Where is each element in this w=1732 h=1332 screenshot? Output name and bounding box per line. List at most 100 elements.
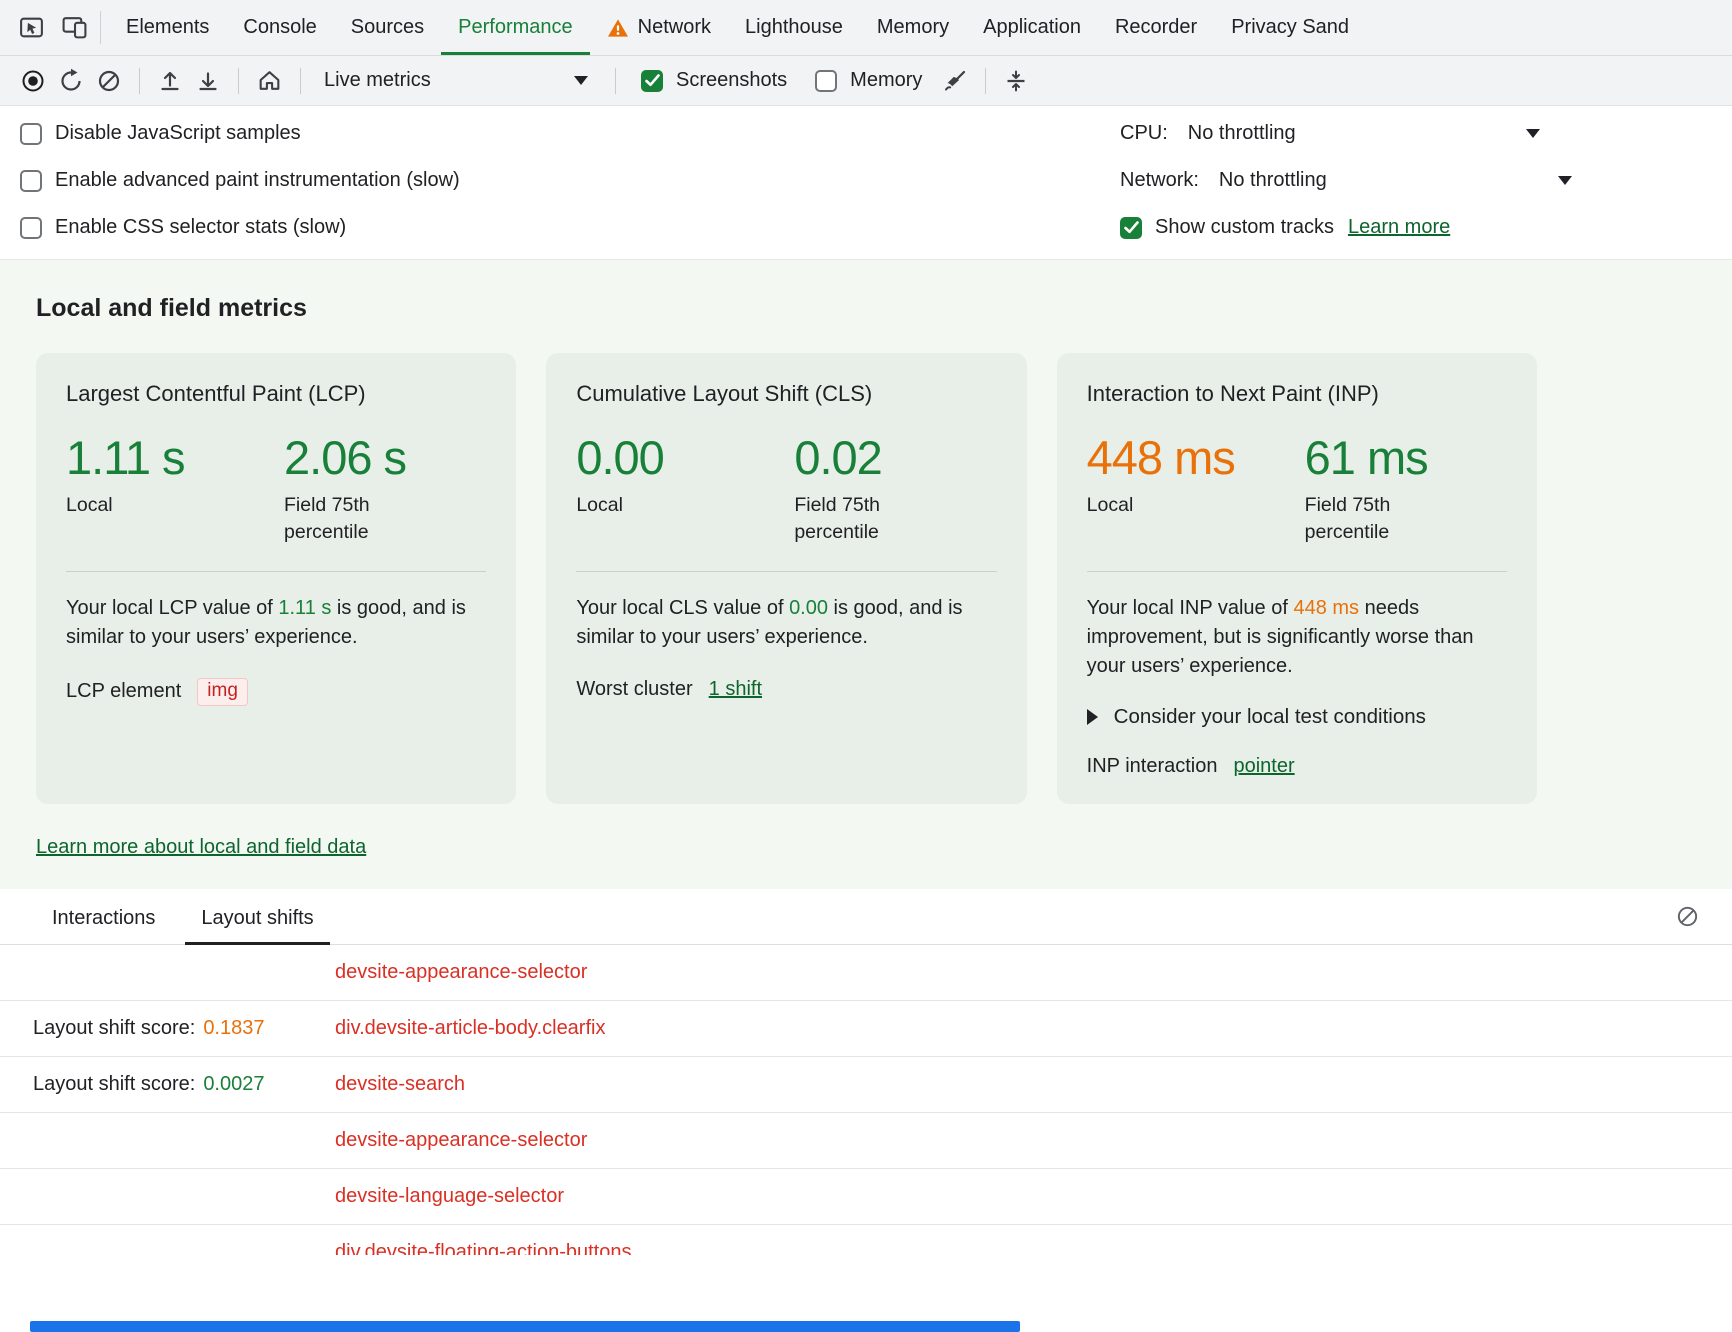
lcp-element-node-link[interactable]: img xyxy=(197,678,248,706)
divider xyxy=(238,68,239,94)
element-link[interactable]: div.devsite-article-body.clearfix xyxy=(335,1017,605,1040)
disable-js-samples-label: Disable JavaScript samples xyxy=(55,122,301,145)
divider xyxy=(66,571,486,572)
inp-local-value: 448 ms xyxy=(1087,433,1275,482)
clear-log-button[interactable] xyxy=(1671,900,1704,933)
element-link[interactable]: devsite-appearance-selector xyxy=(335,1129,587,1152)
live-metrics-log: Interactions Layout shifts devsite-appea… xyxy=(0,889,1732,1255)
devtools-window: Elements Console Sources Performance Net… xyxy=(0,0,1732,1255)
divider xyxy=(1087,571,1507,572)
cls-field-value: 0.02 xyxy=(794,433,929,482)
checkbox-checked-icon xyxy=(1120,217,1142,239)
memory-checkbox[interactable]: Memory xyxy=(803,69,934,92)
screenshots-label: Screenshots xyxy=(676,69,787,92)
element-link[interactable]: devsite-search xyxy=(335,1073,465,1096)
metric-cards: Largest Contentful Paint (LCP) 1.11 s Lo… xyxy=(0,323,1732,804)
worst-cluster-link[interactable]: 1 shift xyxy=(709,678,762,701)
score-value: 0.0027 xyxy=(203,1073,264,1096)
field-label: Field 75th percentile xyxy=(1305,492,1440,545)
performance-toolbar: Live metrics Screenshots Memory xyxy=(0,56,1732,106)
inp-field-value: 61 ms xyxy=(1305,433,1440,482)
card-title: Interaction to Next Paint (INP) xyxy=(1087,381,1507,407)
live-metrics-select[interactable]: Live metrics xyxy=(314,69,602,92)
inspect-element-button[interactable] xyxy=(14,10,49,45)
capture-options: Disable JavaScript samples Enable advanc… xyxy=(0,106,1732,259)
css-selector-stats-checkbox[interactable]: Enable CSS selector stats (slow) xyxy=(8,216,358,239)
learn-more-field-data-link[interactable]: Learn more about local and field data xyxy=(36,836,366,859)
show-custom-tracks-checkbox[interactable]: Show custom tracks xyxy=(1120,216,1334,239)
warning-icon xyxy=(607,18,629,38)
device-toolbar-icon xyxy=(61,14,88,41)
cls-description: Your local CLS value of 0.00 is good, an… xyxy=(576,594,996,652)
worst-cluster-label: Worst cluster xyxy=(576,678,692,701)
learn-more-link[interactable]: Learn more xyxy=(1348,216,1450,239)
local-label: Local xyxy=(576,492,764,518)
lcp-card: Largest Contentful Paint (LCP) 1.11 s Lo… xyxy=(36,353,516,804)
local-field-metrics-section: Local and field metrics Largest Contentf… xyxy=(0,259,1732,889)
upload-icon xyxy=(157,68,183,94)
clear-icon xyxy=(96,68,122,94)
save-profile-button[interactable] xyxy=(191,64,225,98)
triangle-right-icon xyxy=(1087,709,1098,725)
network-throttle-select[interactable]: Network: No throttling xyxy=(1120,157,1540,204)
cpu-throttle-select[interactable]: CPU: No throttling xyxy=(1120,110,1540,157)
element-link[interactable]: devsite-language-selector xyxy=(335,1185,564,1208)
block-icon xyxy=(1675,904,1700,929)
inp-interaction-label: INP interaction xyxy=(1087,755,1218,778)
cpu-throttle-value: No throttling xyxy=(1188,122,1296,145)
local-label: Local xyxy=(1087,492,1275,518)
load-profile-button[interactable] xyxy=(153,64,187,98)
bottom-blue-bar xyxy=(30,1321,1020,1332)
network-throttle-value: No throttling xyxy=(1219,169,1327,192)
lcp-local-value: 1.11 s xyxy=(66,433,254,482)
reload-and-record-button[interactable] xyxy=(54,64,88,98)
tab-console[interactable]: Console xyxy=(226,0,333,55)
advanced-paint-instrumentation-label: Enable advanced paint instrumentation (s… xyxy=(55,169,460,192)
field-label: Field 75th percentile xyxy=(794,492,929,545)
tab-layout-shifts[interactable]: Layout shifts xyxy=(185,893,329,944)
element-link[interactable]: devsite-appearance-selector xyxy=(335,961,587,984)
home-icon xyxy=(256,67,283,94)
tab-privacy-sandbox[interactable]: Privacy Sand xyxy=(1214,0,1366,55)
broom-icon xyxy=(942,68,968,94)
divider xyxy=(576,571,996,572)
tab-network[interactable]: Network xyxy=(590,0,728,55)
live-metrics-label: Live metrics xyxy=(324,69,431,92)
tab-recorder[interactable]: Recorder xyxy=(1098,0,1214,55)
card-title: Cumulative Layout Shift (CLS) xyxy=(576,381,996,407)
tab-lighthouse[interactable]: Lighthouse xyxy=(728,0,860,55)
home-button[interactable] xyxy=(252,63,287,98)
layout-shift-row: Layout shift score: 0.1837 div.devsite-a… xyxy=(0,1001,1732,1057)
reload-icon xyxy=(58,68,84,94)
advanced-paint-instrumentation-checkbox[interactable]: Enable advanced paint instrumentation (s… xyxy=(8,169,472,192)
tab-application[interactable]: Application xyxy=(966,0,1098,55)
consider-local-test-conditions-toggle[interactable]: Consider your local test conditions xyxy=(1087,705,1507,729)
capture-options-left: Disable JavaScript samples Enable advanc… xyxy=(0,110,472,251)
memory-label: Memory xyxy=(850,69,922,92)
layout-shift-row: devsite-language-selector xyxy=(0,1169,1732,1225)
tab-interactions[interactable]: Interactions xyxy=(36,893,171,944)
inp-card: Interaction to Next Paint (INP) 448 ms L… xyxy=(1057,353,1537,804)
record-button[interactable] xyxy=(16,64,50,98)
checkbox-unchecked-icon xyxy=(815,70,837,92)
tab-elements[interactable]: Elements xyxy=(109,0,226,55)
inp-interaction-link[interactable]: pointer xyxy=(1233,755,1294,778)
lcp-description: Your local LCP value of 1.11 s is good, … xyxy=(66,594,486,652)
tab-memory[interactable]: Memory xyxy=(860,0,966,55)
tab-performance[interactable]: Performance xyxy=(441,0,590,55)
tab-sources[interactable]: Sources xyxy=(334,0,441,55)
device-toolbar-button[interactable] xyxy=(57,10,92,45)
css-selector-stats-label: Enable CSS selector stats (slow) xyxy=(55,216,346,239)
screenshots-checkbox[interactable]: Screenshots xyxy=(629,69,799,92)
element-link[interactable]: div.devsite-floating-action-buttons xyxy=(335,1241,631,1255)
download-icon xyxy=(195,68,221,94)
network-label: Network: xyxy=(1120,169,1199,192)
collect-garbage-button[interactable] xyxy=(938,64,972,98)
score-value: 0.1837 xyxy=(203,1017,264,1040)
chevron-down-icon xyxy=(1558,176,1572,185)
disable-js-samples-checkbox[interactable]: Disable JavaScript samples xyxy=(8,122,313,145)
collapse-panel-button[interactable] xyxy=(999,64,1033,98)
divider xyxy=(300,68,301,94)
clear-button[interactable] xyxy=(92,64,126,98)
cls-card: Cumulative Layout Shift (CLS) 0.00 Local… xyxy=(546,353,1026,804)
